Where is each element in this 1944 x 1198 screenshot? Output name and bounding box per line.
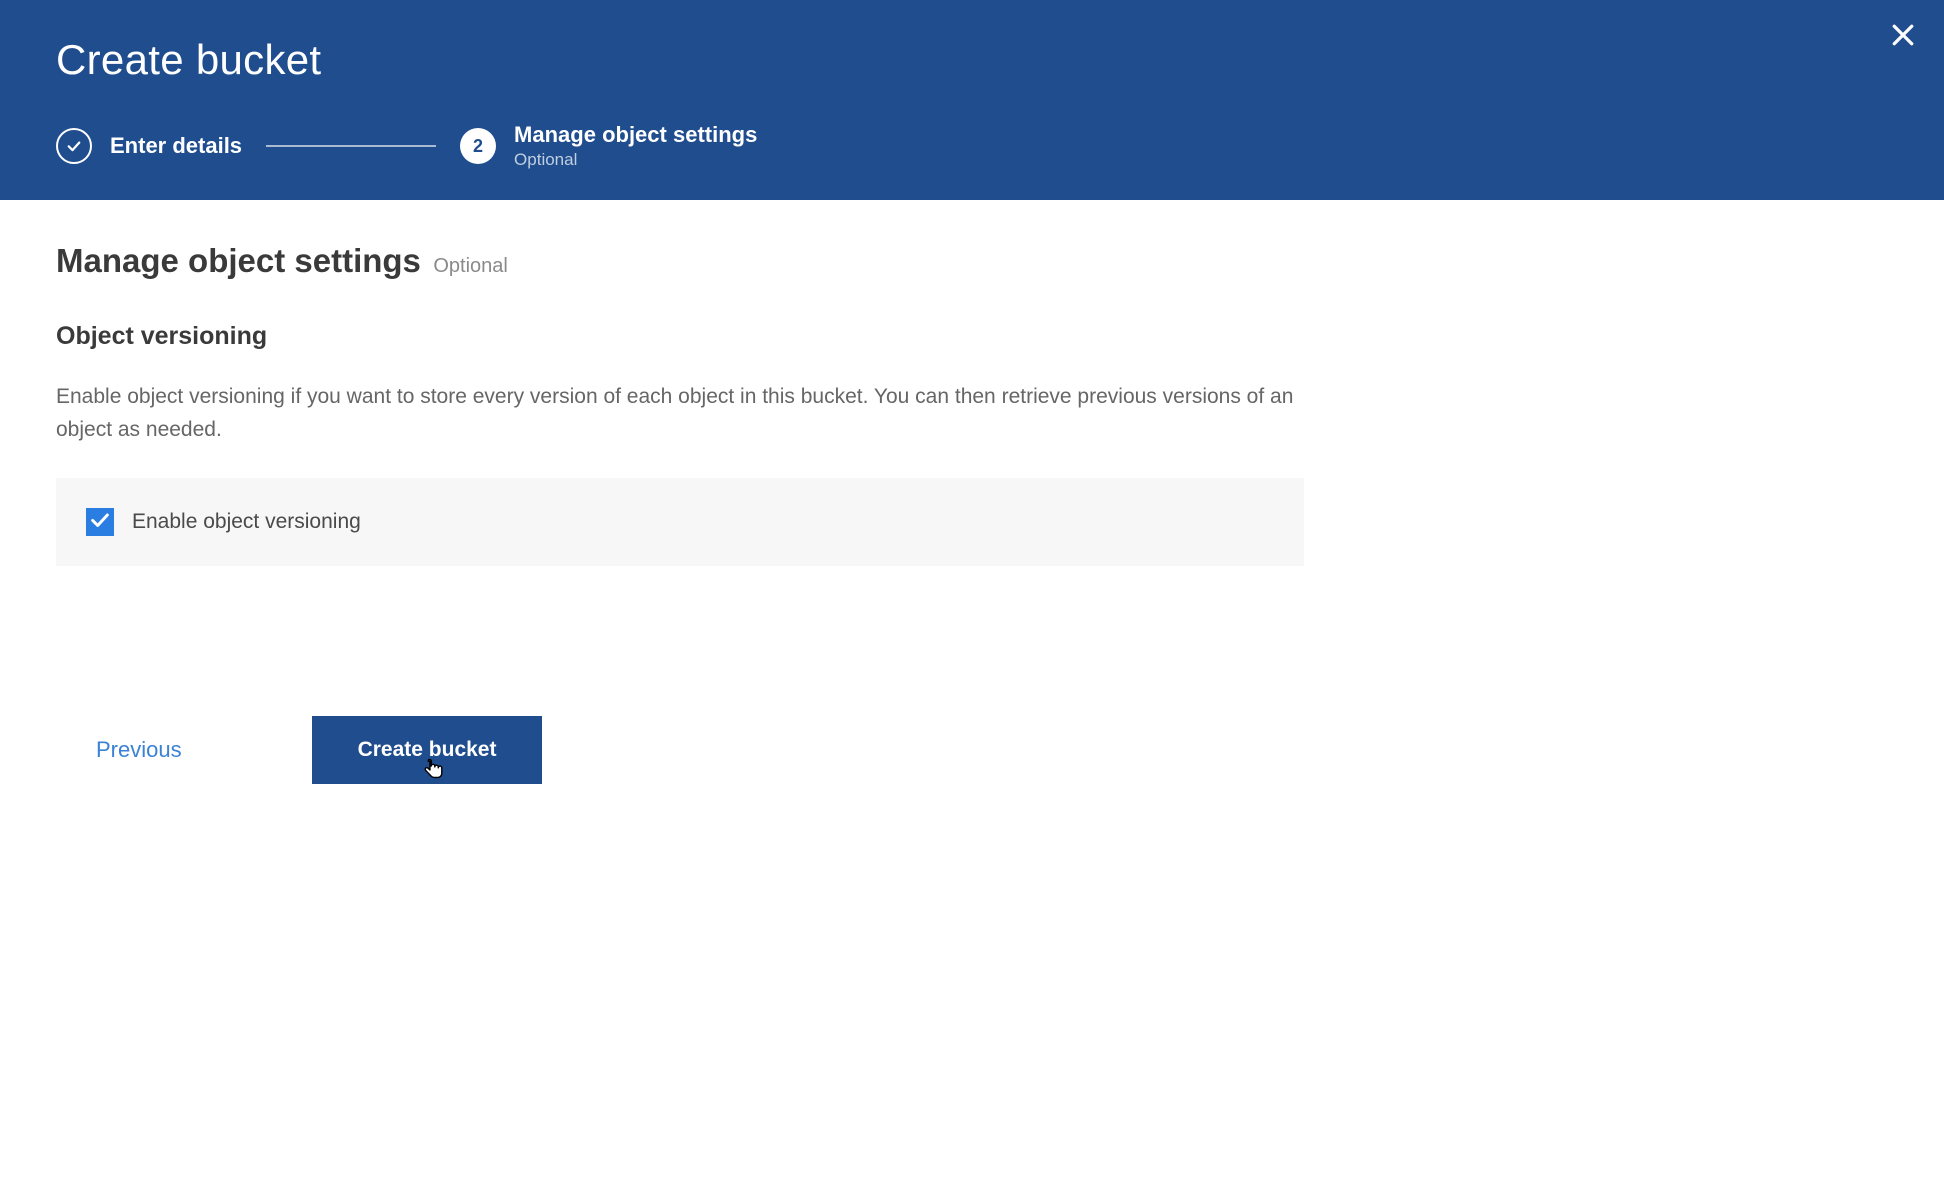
pointer-cursor-icon bbox=[419, 756, 447, 790]
close-icon bbox=[1888, 37, 1918, 54]
close-button[interactable] bbox=[1888, 20, 1918, 55]
main-content: Manage object settings Optional Object v… bbox=[0, 200, 1360, 566]
step-number-icon: 2 bbox=[460, 128, 496, 164]
create-bucket-button[interactable]: Create bucket bbox=[312, 716, 543, 784]
step-label: Manage object settings bbox=[514, 122, 757, 148]
page-title: Create bucket bbox=[56, 36, 1888, 84]
checkbox-label: Enable object versioning bbox=[132, 510, 361, 534]
subsection-title: Object versioning bbox=[56, 322, 1304, 351]
versioning-option-box: Enable object versioning bbox=[56, 478, 1304, 566]
wizard-header: Create bucket Enter details 2 Manage obj… bbox=[0, 0, 1944, 200]
check-circle-icon bbox=[56, 128, 92, 164]
checkmark-icon bbox=[89, 509, 111, 536]
previous-button[interactable]: Previous bbox=[56, 723, 222, 777]
wizard-footer: Previous Create bucket bbox=[0, 716, 1944, 784]
step-label: Enter details bbox=[110, 133, 242, 159]
section-heading-row: Manage object settings Optional bbox=[56, 242, 1304, 280]
step-connector bbox=[266, 145, 436, 147]
enable-versioning-checkbox[interactable] bbox=[86, 508, 114, 536]
step-indicator: Enter details 2 Manage object settings O… bbox=[56, 122, 1888, 170]
step-sublabel: Optional bbox=[514, 150, 757, 170]
create-bucket-label: Create bucket bbox=[358, 738, 497, 761]
step-manage-object-settings[interactable]: 2 Manage object settings Optional bbox=[460, 122, 757, 170]
section-title-tag: Optional bbox=[433, 255, 508, 277]
subsection-description: Enable object versioning if you want to … bbox=[56, 381, 1304, 446]
step-enter-details[interactable]: Enter details bbox=[56, 128, 242, 164]
section-title: Manage object settings bbox=[56, 242, 421, 280]
